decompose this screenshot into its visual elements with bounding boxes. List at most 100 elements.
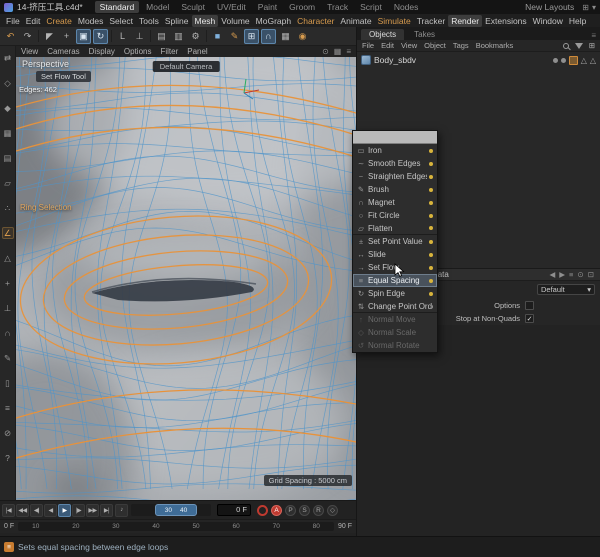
move-icon[interactable]: +: [59, 29, 74, 44]
context-menu-item[interactable]: ↔ Slide: [353, 248, 437, 261]
render-view-icon[interactable]: ▤: [154, 29, 169, 44]
convert-selection-icon[interactable]: ⇄: [2, 52, 14, 64]
options-dot-icon[interactable]: [429, 279, 433, 283]
viewport-menu-item[interactable]: Filter: [160, 47, 178, 56]
add-cube-icon[interactable]: ■: [210, 29, 225, 44]
options-dot-icon[interactable]: [429, 149, 433, 153]
panel-menu-icon[interactable]: ≡: [591, 31, 596, 40]
layers-icon[interactable]: ≡: [2, 402, 14, 414]
menu-item[interactable]: File: [3, 15, 23, 27]
undo-icon[interactable]: ↶: [3, 29, 18, 44]
attribute-checkbox[interactable]: [525, 301, 534, 310]
model-mode-icon[interactable]: ◇: [2, 77, 14, 89]
viewport-3d[interactable]: Perspective Set Flow Tool Edges: 462 Rin…: [16, 57, 356, 500]
rotate-icon[interactable]: ↻: [93, 29, 108, 44]
menu-item[interactable]: Window: [530, 15, 566, 27]
points-mode-icon[interactable]: ∴: [2, 202, 14, 214]
selection-tag-icon[interactable]: [569, 56, 578, 65]
snap-mode-icon[interactable]: ∩: [2, 327, 14, 339]
menu-item[interactable]: Simulate: [375, 15, 414, 27]
layout-tab[interactable]: Standard: [95, 1, 140, 13]
options-dot-icon[interactable]: [429, 226, 433, 230]
grid-icon[interactable]: ⊞: [589, 41, 595, 50]
key-position-icon[interactable]: P: [285, 505, 296, 516]
edges-mode-icon[interactable]: ∠: [2, 227, 14, 239]
world-coord-icon[interactable]: ⊥: [132, 29, 147, 44]
separator[interactable]: [111, 30, 112, 42]
objects-menu-item[interactable]: Bookmarks: [476, 41, 514, 50]
panel-tab[interactable]: Objects: [361, 29, 404, 40]
context-menu-item[interactable]: ▭ Iron: [353, 144, 437, 157]
options-dot-icon[interactable]: [429, 175, 433, 179]
current-frame-field[interactable]: 0 F: [217, 504, 251, 516]
context-menu-item[interactable]: ◇ Normal Scale: [353, 326, 437, 339]
layout-grid-icon[interactable]: ⊞: [582, 3, 589, 12]
context-menu-item[interactable]: ↑ Normal Move: [353, 313, 437, 326]
object-row[interactable]: Body_sbdv: [357, 53, 600, 67]
context-menu-item[interactable]: ∩ Magnet: [353, 196, 437, 209]
menu-item[interactable]: Create: [43, 15, 75, 27]
key-rotation-icon[interactable]: R: [313, 505, 324, 516]
objects-menu-item[interactable]: View: [401, 41, 417, 50]
chevron-down-icon[interactable]: ▾: [592, 3, 596, 12]
context-menu-item[interactable]: ↻ Spin Edge: [353, 287, 437, 300]
timeline-ruler[interactable]: 30 40: [131, 504, 211, 516]
viewport-menu-item[interactable]: Options: [124, 47, 152, 56]
camera-icon[interactable]: ⊙: [322, 47, 329, 56]
next-frame-button[interactable]: |▶: [72, 504, 85, 517]
render-settings-icon[interactable]: ⚙: [188, 29, 203, 44]
object-mode-icon[interactable]: ◆: [2, 102, 14, 114]
menu-item[interactable]: Character: [294, 15, 337, 27]
menu-item[interactable]: Edit: [23, 15, 44, 27]
panel-tab[interactable]: Takes: [406, 29, 443, 40]
lock-icon[interactable]: ⊘: [2, 427, 14, 439]
normal-icon[interactable]: ⊥: [2, 302, 14, 314]
help-icon[interactable]: ?: [2, 452, 14, 464]
objects-menu-item[interactable]: File: [362, 41, 374, 50]
objects-menu-item[interactable]: Edit: [381, 41, 394, 50]
new-layouts-button[interactable]: New Layouts: [525, 2, 574, 12]
menu-item[interactable]: Volume: [218, 15, 252, 27]
play-button[interactable]: ▶: [58, 504, 71, 517]
objects-menu-item[interactable]: Object: [424, 41, 446, 50]
lamp-icon[interactable]: ◉: [295, 29, 310, 44]
range-slider[interactable]: 1020304050607080: [18, 522, 334, 531]
subdivision-icon[interactable]: ⊞: [244, 29, 259, 44]
search-icon[interactable]: [563, 43, 569, 49]
coord-system-icon[interactable]: L: [115, 29, 130, 44]
texture-mode-icon[interactable]: ▦: [2, 127, 14, 139]
viewport-menu-item[interactable]: Display: [89, 47, 115, 56]
sound-toggle-button[interactable]: ♪: [115, 504, 128, 517]
menu-item[interactable]: Render: [448, 15, 482, 27]
polygons-mode-icon[interactable]: △: [2, 252, 14, 264]
menu-item[interactable]: Mesh: [192, 15, 219, 27]
brush-icon[interactable]: ✎: [2, 352, 14, 364]
menu-item[interactable]: MoGraph: [253, 15, 294, 27]
goto-start-button[interactable]: |◀: [2, 504, 15, 517]
menu-item[interactable]: Animate: [337, 15, 374, 27]
attribute-checkbox[interactable]: [525, 314, 534, 323]
context-menu-item[interactable]: ✎ Brush: [353, 183, 437, 196]
live-selection-icon[interactable]: ◤: [42, 29, 57, 44]
render-picture-viewer-icon[interactable]: ▥: [171, 29, 186, 44]
redo-icon[interactable]: ↷: [20, 29, 35, 44]
record-icon[interactable]: ●: [257, 505, 268, 516]
prev-key-button[interactable]: ◀◀: [16, 504, 29, 517]
objects-menu-item[interactable]: Tags: [453, 41, 469, 50]
object-axis-icon[interactable]: +: [2, 277, 14, 289]
phong-tag-icon[interactable]: [581, 56, 587, 65]
visibility-dot-editor[interactable]: [553, 58, 558, 63]
separator[interactable]: [38, 30, 39, 42]
menu-item[interactable]: Select: [106, 15, 136, 27]
view-label[interactable]: Perspective: [22, 59, 69, 69]
visibility-dot-render[interactable]: [561, 58, 566, 63]
context-menu-item[interactable]: ○ Fit Circle: [353, 209, 437, 222]
options-dot-icon[interactable]: [429, 253, 433, 257]
search-icon[interactable]: ⊙: [577, 270, 583, 279]
layout-tab[interactable]: Script: [355, 1, 387, 13]
context-menu-item[interactable]: ↺ Normal Rotate: [353, 339, 437, 352]
snap-icon[interactable]: ∩: [261, 29, 276, 44]
menu-item[interactable]: Help: [566, 15, 589, 27]
separator[interactable]: [150, 30, 151, 42]
layout-tab[interactable]: Track: [322, 1, 353, 13]
